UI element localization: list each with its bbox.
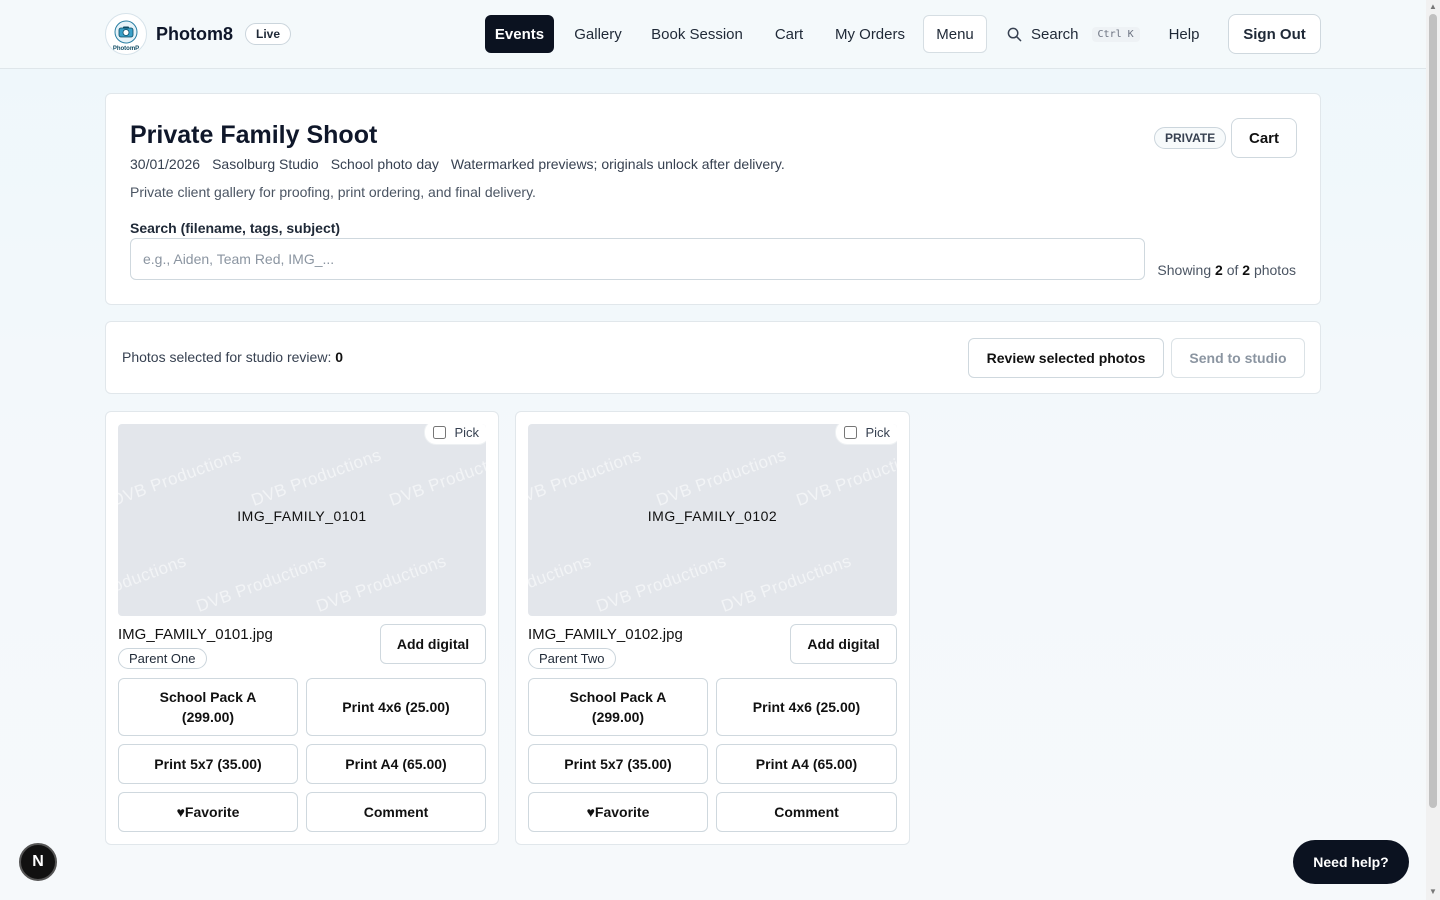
favorite-button[interactable]: ♥Favorite [118, 792, 298, 832]
cart-button[interactable]: Cart [1231, 118, 1297, 158]
showing-suffix: photos [1253, 262, 1296, 278]
nav-my-orders[interactable]: My Orders [828, 15, 912, 53]
photo-preview[interactable]: DVB Productions DVB Productions DVB Prod… [118, 424, 486, 616]
watermark: DVB Productions [851, 581, 897, 616]
nav-help[interactable]: Help [1160, 15, 1208, 53]
watermark: DVB Productions [439, 581, 486, 616]
event-location: Sasolburg Studio [212, 156, 319, 172]
subject-tag: Parent Two [528, 648, 616, 669]
selection-summary: Photos selected for studio review: 0 [122, 349, 343, 365]
nav-menu[interactable]: Menu [923, 15, 987, 53]
print-5x7-button[interactable]: Print 5x7 (35.00) [118, 744, 298, 784]
pick-checkbox[interactable] [844, 426, 858, 439]
subject-tag: Parent One [118, 648, 207, 669]
selection-count: 0 [335, 349, 344, 365]
event-info-card: Private Family Shoot 30/01/2026 Sasolbur… [105, 93, 1321, 305]
review-selected-button[interactable]: Review selected photos [968, 338, 1164, 378]
watermark: DVB Productions [118, 551, 189, 616]
nav-search[interactable]: Search Ctrl K [1000, 15, 1142, 53]
search-icon [1007, 27, 1022, 41]
search-label: Search (filename, tags, subject) [130, 220, 341, 236]
selection-text: Photos selected for studio review: [122, 349, 332, 365]
need-help-button[interactable]: Need help? [1293, 840, 1409, 884]
event-date: 30/01/2026 [130, 156, 201, 172]
watermark: DVB Productions [248, 445, 384, 510]
main-nav: Events Gallery Book Session Cart My Orde… [0, 14, 1426, 54]
watermark: DVB Productions [593, 551, 729, 616]
scroll-up-arrow-icon[interactable]: ▲ [1429, 2, 1437, 11]
print-4x6-button[interactable]: Print 4x6 (25.00) [306, 678, 486, 736]
option-label: School Pack A [159, 689, 257, 705]
option-label: School Pack A [569, 689, 667, 705]
nav-gallery[interactable]: Gallery [568, 15, 628, 53]
top-nav-bar: PhotomP Photom8 Live Events Gallery Book… [0, 0, 1426, 69]
watermark: DVB Productions [313, 551, 449, 616]
print-5x7-button[interactable]: Print 5x7 (35.00) [528, 744, 708, 784]
photo-preview-label: IMG_FAMILY_0101 [237, 508, 367, 524]
comment-button[interactable]: Comment [716, 792, 897, 832]
watermark: DVB Productions [118, 445, 244, 510]
photo-filename: IMG_FAMILY_0101.jpg [118, 626, 273, 643]
nav-book-session[interactable]: Book Session [645, 15, 749, 53]
showing-count: 2 [1215, 262, 1223, 278]
add-digital-button[interactable]: Add digital [380, 624, 486, 664]
scroll-thumb[interactable] [1429, 14, 1437, 808]
watermark: DVB Productions [528, 445, 644, 510]
watermark: DVB Productions [793, 445, 897, 510]
watermark: DVB Productions [193, 551, 329, 616]
photo-card: DVB Productions DVB Productions DVB Prod… [105, 411, 499, 845]
scroll-down-arrow-icon[interactable]: ▼ [1429, 887, 1437, 896]
print-4x6-button[interactable]: Print 4x6 (25.00) [716, 678, 897, 736]
pick-toggle[interactable]: Pick [835, 424, 897, 445]
photo-preview-label: IMG_FAMILY_0102 [647, 508, 778, 524]
event-meta: 30/01/2026 Sasolburg Studio School photo… [130, 156, 785, 172]
watermark: DVB Productions [653, 445, 789, 510]
dev-tools-badge[interactable]: N [19, 843, 57, 881]
watermark: DVB Productions [718, 551, 854, 616]
send-to-studio-button[interactable]: Send to studio [1171, 338, 1305, 378]
search-shortcut: Ctrl K [1091, 26, 1140, 42]
comment-button[interactable]: Comment [306, 792, 486, 832]
watermark: DVB Productions [386, 445, 486, 510]
print-a4-button[interactable]: Print A4 (65.00) [716, 744, 897, 784]
favorite-button[interactable]: ♥Favorite [528, 792, 708, 832]
event-note: Watermarked previews; originals unlock a… [450, 156, 785, 172]
photo-count: Showing 2 of 2 photos [1157, 262, 1296, 278]
selection-bar: Photos selected for studio review: 0 Rev… [105, 321, 1321, 394]
page-title: Private Family Shoot [130, 121, 378, 149]
showing-prefix: Showing [1157, 262, 1212, 278]
nav-cart[interactable]: Cart [766, 15, 812, 53]
nav-search-label: Search [1031, 25, 1079, 43]
pick-checkbox[interactable] [433, 426, 447, 439]
print-a4-button[interactable]: Print A4 (65.00) [306, 744, 486, 784]
option-price: (299.00) [591, 709, 645, 725]
scrollbar[interactable]: ▲ ▼ [1426, 0, 1440, 900]
showing-total: 2 [1242, 262, 1251, 278]
school-pack-a-button[interactable]: School Pack A (299.00) [528, 678, 708, 736]
pick-label: Pick [865, 425, 890, 440]
photo-filename: IMG_FAMILY_0102.jpg [528, 626, 683, 643]
add-digital-button[interactable]: Add digital [790, 624, 897, 664]
event-type: School photo day [330, 156, 439, 172]
showing-of: of [1226, 262, 1239, 278]
sign-out-button[interactable]: Sign Out [1228, 14, 1321, 54]
photo-preview[interactable]: DVB Productions DVB Productions DVB Prod… [528, 424, 897, 616]
pick-toggle[interactable]: Pick [424, 424, 486, 445]
photo-search-input[interactable] [130, 238, 1145, 280]
school-pack-a-button[interactable]: School Pack A (299.00) [118, 678, 298, 736]
nav-events[interactable]: Events [485, 15, 554, 53]
pick-label: Pick [454, 425, 479, 440]
privacy-badge: PRIVATE [1154, 127, 1227, 149]
photo-card: DVB Productions DVB Productions DVB Prod… [515, 411, 910, 845]
event-description: Private client gallery for proofing, pri… [130, 184, 536, 200]
option-price: (299.00) [181, 709, 235, 725]
watermark: DVB Productions [528, 551, 594, 616]
